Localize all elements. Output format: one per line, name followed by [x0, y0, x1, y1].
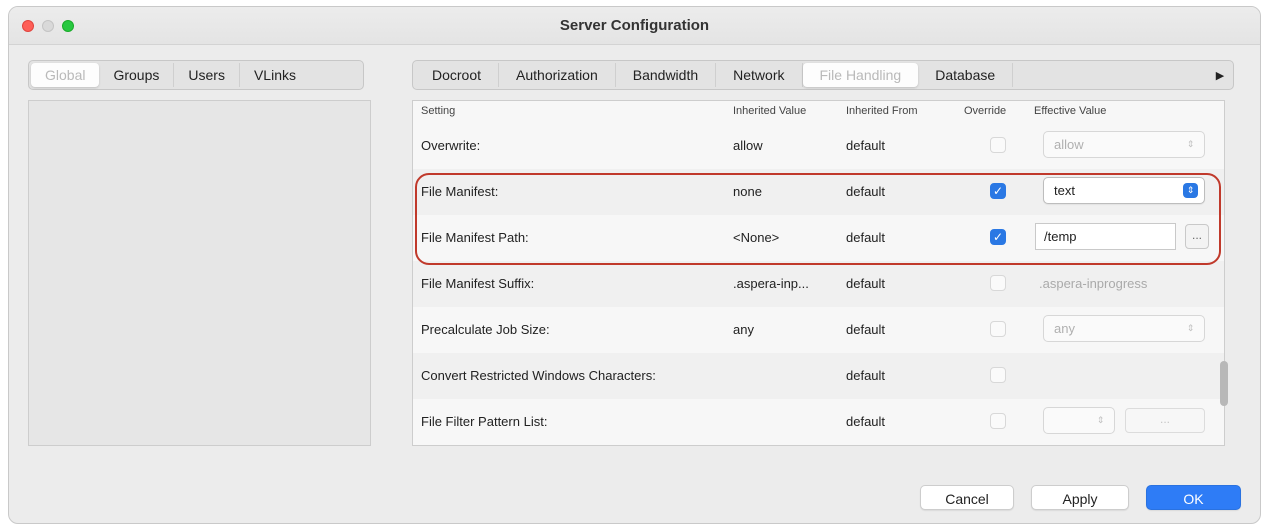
header-effective-value: Effective Value — [1034, 105, 1107, 117]
override-checkbox[interactable]: ✓ — [990, 229, 1006, 245]
table-row[interactable]: Precalculate Job Size: any default any ⇕ — [413, 307, 1224, 353]
effective-value: .aspera-inprogress — [1039, 276, 1148, 291]
browse-button[interactable]: ... — [1125, 408, 1205, 433]
tab-network[interactable]: Network — [716, 63, 803, 87]
inherited-from: default — [846, 276, 886, 291]
override-checkbox[interactable] — [990, 275, 1006, 291]
effective-value-select[interactable]: any ⇕ — [1043, 315, 1205, 342]
inherited-value: any — [733, 322, 754, 337]
table-scrollbar[interactable] — [1220, 361, 1228, 406]
updown-icon: ⇕ — [1186, 139, 1195, 149]
table-row[interactable]: Convert Restricted Windows Characters: d… — [413, 353, 1224, 399]
table-row[interactable]: File Manifest Path: <None> default ✓ /te… — [413, 215, 1224, 261]
ok-button[interactable]: OK — [1146, 485, 1241, 510]
effective-value-stepper[interactable]: ⇕ — [1043, 407, 1115, 434]
override-checkbox[interactable]: ✓ — [990, 183, 1006, 199]
cancel-button[interactable]: Cancel — [920, 485, 1014, 510]
inherited-from: default — [846, 322, 886, 337]
settings-table: Setting Inherited Value Inherited From O… — [412, 100, 1225, 446]
inherited-value: none — [733, 184, 762, 199]
table-header: Setting Inherited Value Inherited From O… — [413, 101, 1224, 123]
inherited-from: default — [846, 138, 886, 153]
right-tab-bar: Docroot Authorization Bandwidth Network … — [412, 60, 1234, 90]
setting-name: File Manifest Suffix: — [421, 276, 535, 291]
setting-name: File Filter Pattern List: — [421, 414, 548, 429]
window-title: Server Configuration — [559, 17, 710, 34]
tab-docroot[interactable]: Docroot — [415, 63, 500, 87]
header-inherited-value: Inherited Value — [733, 105, 807, 117]
tab-global[interactable]: Global — [31, 63, 100, 87]
select-value: allow — [1054, 137, 1084, 152]
more-tabs-arrow-icon[interactable]: ▶ — [1209, 69, 1231, 82]
table-row[interactable]: Overwrite: allow default allow ⇕ — [413, 123, 1224, 169]
tab-bandwidth[interactable]: Bandwidth — [616, 63, 717, 87]
inherited-from: default — [846, 184, 886, 199]
manifest-path-field[interactable]: /temp — [1035, 223, 1176, 250]
inherited-from: default — [846, 230, 886, 245]
updown-icon: ⇕ — [1096, 415, 1105, 425]
tab-file-handling[interactable]: File Handling — [802, 63, 919, 87]
inherited-value: allow — [733, 138, 763, 153]
inherited-value: .aspera-inp... — [733, 276, 809, 291]
table-row[interactable]: File Filter Pattern List: default ⇕ ... — [413, 399, 1224, 445]
title-bar: Server Configuration — [9, 7, 1260, 45]
inherited-from: default — [846, 414, 886, 429]
tab-groups[interactable]: Groups — [99, 63, 175, 87]
header-inherited-from: Inherited From — [846, 105, 918, 117]
setting-name: File Manifest: — [421, 184, 499, 199]
inherited-value: <None> — [733, 230, 780, 245]
tab-authorization[interactable]: Authorization — [499, 63, 616, 87]
tab-users[interactable]: Users — [174, 63, 240, 87]
override-checkbox[interactable] — [990, 413, 1006, 429]
setting-name: Convert Restricted Windows Characters: — [421, 368, 656, 383]
select-value: text — [1054, 183, 1075, 198]
header-override: Override — [964, 105, 1007, 117]
left-tab-bar: Global Groups Users VLinks — [28, 60, 364, 90]
override-checkbox[interactable] — [990, 137, 1006, 153]
tab-vlinks[interactable]: VLinks — [240, 63, 310, 87]
setting-name: File Manifest Path: — [421, 230, 529, 245]
apply-button[interactable]: Apply — [1031, 485, 1129, 510]
updown-icon: ⇕ — [1186, 323, 1195, 333]
browse-button[interactable]: ... — [1185, 224, 1209, 249]
header-setting: Setting — [421, 105, 456, 117]
effective-value-select[interactable]: text ⇕ — [1043, 177, 1205, 204]
effective-value-select[interactable]: allow ⇕ — [1043, 131, 1205, 158]
table-row[interactable]: File Manifest Suffix: .aspera-inp... def… — [413, 261, 1224, 307]
select-value: any — [1054, 321, 1075, 336]
tab-database[interactable]: Database — [918, 63, 1014, 87]
setting-name: Precalculate Job Size: — [421, 322, 550, 337]
override-checkbox[interactable] — [990, 367, 1006, 383]
left-list-panel[interactable] — [28, 100, 371, 446]
setting-name: Overwrite: — [421, 138, 481, 153]
updown-icon: ⇕ — [1183, 183, 1198, 198]
inherited-from: default — [846, 368, 886, 383]
table-row[interactable]: File Manifest: none default ✓ text ⇕ — [413, 169, 1224, 215]
override-checkbox[interactable] — [990, 321, 1006, 337]
